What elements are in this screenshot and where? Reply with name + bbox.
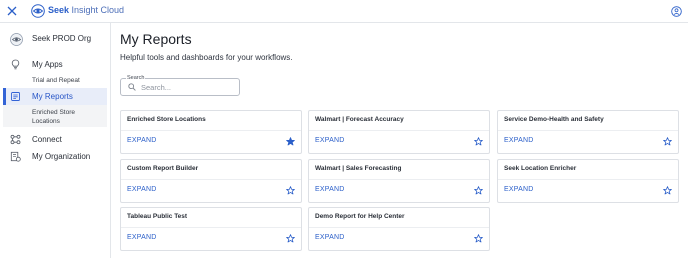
sidebar-item-my-apps[interactable]: My Apps [0, 58, 111, 72]
sidebar-subitem-enriched-store-locations[interactable]: Enriched Store Locations [32, 108, 92, 126]
report-card-divider [498, 179, 678, 180]
expand-button[interactable]: EXPAND [315, 137, 344, 144]
sidebar-item-label: My Organization [32, 152, 91, 161]
report-card[interactable]: Tableau Public Test EXPAND [120, 207, 302, 251]
report-card-title: Enriched Store Locations [127, 116, 206, 123]
expand-button[interactable]: EXPAND [504, 137, 533, 144]
report-card[interactable]: Enriched Store Locations EXPAND [120, 110, 302, 154]
star-outline-icon[interactable] [474, 234, 483, 243]
sidebar-item-my-organization[interactable]: My Organization [0, 150, 111, 164]
sidebar-item-label: My Apps [32, 60, 63, 69]
report-card-title: Custom Report Builder [127, 165, 199, 172]
sidebar-item-connect[interactable]: Connect [0, 133, 111, 147]
page-subtitle: Helpful tools and dashboards for your wo… [120, 53, 293, 62]
report-card[interactable]: Demo Report for Help Center EXPAND [308, 207, 490, 251]
star-outline-icon[interactable] [474, 137, 483, 146]
page-title: My Reports [120, 31, 192, 47]
search-label: Search [126, 75, 146, 81]
report-icon [11, 92, 20, 101]
report-card-divider [309, 179, 489, 180]
report-card-divider [498, 130, 678, 131]
report-card[interactable]: Seek Location Enricher EXPAND [497, 159, 679, 203]
org-switcher[interactable]: Seek PROD Org [0, 31, 111, 47]
close-icon[interactable] [6, 5, 18, 17]
sidebar-item-label: Connect [32, 135, 62, 144]
brand-name[interactable]: Seek Insight Cloud [48, 5, 124, 16]
main-content: My Reports Helpful tools and dashboards … [112, 23, 688, 258]
org-logo-icon [10, 33, 23, 46]
report-card-title: Seek Location Enricher [504, 165, 577, 172]
report-card-divider [309, 227, 489, 228]
report-card-title: Service Demo-Health and Safety [504, 116, 604, 123]
expand-button[interactable]: EXPAND [127, 137, 156, 144]
star-outline-icon[interactable] [663, 186, 672, 195]
report-card-divider [121, 227, 301, 228]
report-card[interactable]: Walmart | Sales Forecasting EXPAND [308, 159, 490, 203]
report-card-title: Demo Report for Help Center [315, 213, 405, 220]
seek-logo-icon[interactable] [31, 4, 45, 18]
brand-name-bold: Seek [48, 5, 70, 15]
user-account-icon[interactable] [671, 6, 682, 17]
report-card[interactable]: Service Demo-Health and Safety EXPAND [497, 110, 679, 154]
expand-button[interactable]: EXPAND [315, 186, 344, 193]
lightbulb-icon [11, 59, 20, 70]
expand-button[interactable]: EXPAND [127, 186, 156, 193]
search-input[interactable] [141, 82, 233, 93]
report-card-title: Tableau Public Test [127, 213, 188, 220]
sidebar-subitem-trial-and-repeat[interactable]: Trial and Repeat [32, 76, 80, 85]
report-card-divider [121, 179, 301, 180]
sidebar-item-my-reports[interactable]: My Reports [0, 90, 111, 104]
star-outline-icon[interactable] [286, 234, 295, 243]
report-card-title: Walmart | Sales Forecasting [315, 165, 402, 172]
connect-icon [10, 134, 21, 145]
org-name: Seek PROD Org [32, 34, 92, 43]
sidebar-item-label: My Reports [32, 92, 73, 101]
report-card[interactable]: Custom Report Builder EXPAND [120, 159, 302, 203]
expand-button[interactable]: EXPAND [315, 234, 344, 241]
star-outline-icon[interactable] [474, 186, 483, 195]
report-card[interactable]: Walmart | Forecast Accuracy EXPAND [308, 110, 490, 154]
expand-button[interactable]: EXPAND [127, 234, 156, 241]
search-icon [128, 83, 136, 91]
star-outline-icon[interactable] [286, 186, 295, 195]
star-filled-icon[interactable] [286, 137, 295, 146]
report-card-divider [309, 130, 489, 131]
expand-button[interactable]: EXPAND [504, 186, 533, 193]
organization-icon [10, 151, 21, 162]
top-bar: Seek Insight Cloud [0, 0, 688, 23]
report-card-title: Walmart | Forecast Accuracy [315, 116, 404, 123]
sidebar: Seek PROD Org My Apps Trial and Repeat M… [0, 23, 111, 258]
star-outline-icon[interactable] [663, 137, 672, 146]
report-card-divider [121, 130, 301, 131]
brand-name-rest: Insight Cloud [69, 5, 125, 15]
